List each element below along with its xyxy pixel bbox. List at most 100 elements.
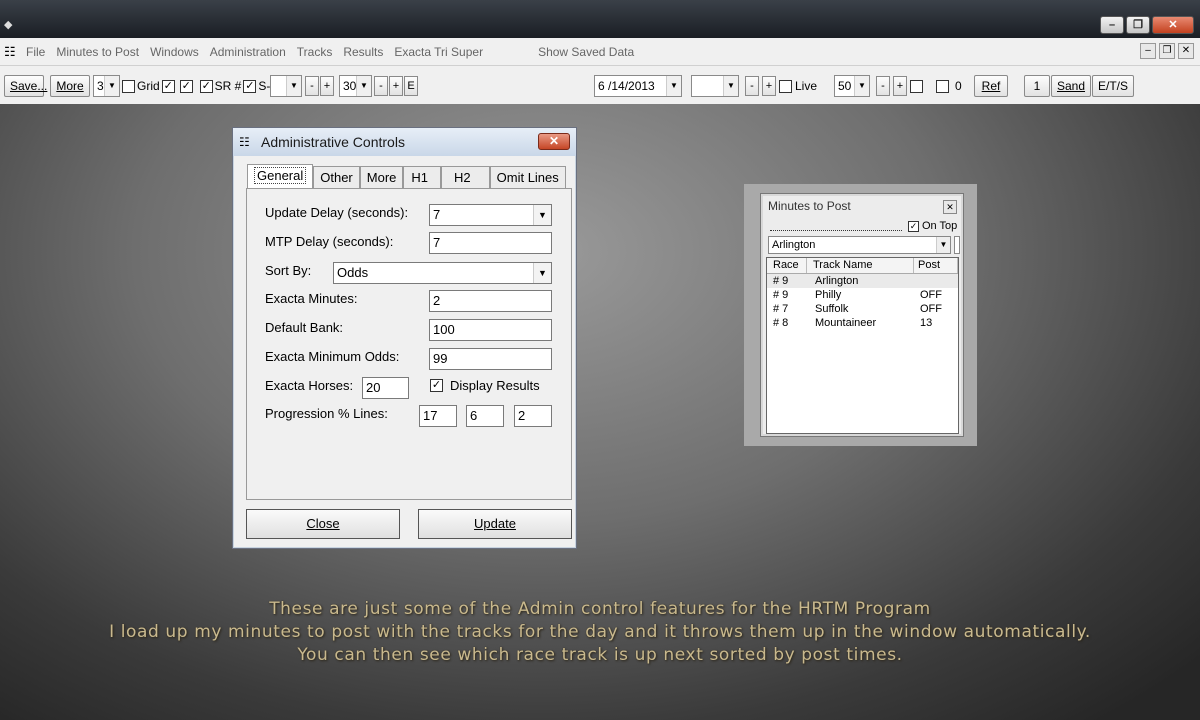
decrement-button-4[interactable]: - (876, 76, 890, 96)
sort-by-label: Sort By: (265, 263, 312, 278)
sand-button[interactable]: Sand (1051, 75, 1091, 97)
mdi-minimize-icon[interactable]: – (1140, 43, 1156, 59)
close-button[interactable]: ✕ (1152, 16, 1194, 34)
tab-omit-lines[interactable]: Omit Lines (489, 166, 566, 188)
zero-checkbox[interactable] (936, 79, 949, 93)
list-item[interactable]: # 9 Arlington (767, 274, 958, 288)
date-select[interactable]: 6 /14/2013 ▼ (594, 75, 682, 97)
option-checkbox-1[interactable]: ✓ (161, 79, 175, 93)
dialog-close-button[interactable]: ✕ (538, 133, 570, 150)
track-select[interactable]: Arlington ▼ (768, 236, 951, 254)
decrement-button-3[interactable]: - (745, 76, 759, 96)
tab-general[interactable]: General (247, 164, 314, 188)
default-bank-input[interactable]: 100 (429, 319, 552, 341)
track-cell: Suffolk (815, 303, 849, 315)
caption-line-2: I load up my minutes to post with the tr… (109, 622, 1091, 642)
decrement-button-1[interactable]: - (305, 76, 319, 96)
mtp-close-icon[interactable]: ✕ (943, 200, 957, 214)
on-top-checkbox[interactable]: ✓ (908, 220, 919, 232)
live-checkbox[interactable] (779, 79, 792, 93)
mdi-restore-icon[interactable]: ❐ (1159, 43, 1175, 59)
window-controls: – ❐ ✕ (1100, 16, 1194, 34)
decrement-button-2[interactable]: - (374, 76, 388, 96)
restore-button[interactable]: ❐ (1126, 16, 1150, 34)
sr-checkbox[interactable]: ✓ (199, 79, 213, 93)
dialog-title: Administrative Controls (261, 134, 405, 150)
exacta-minutes-input[interactable]: 2 (429, 290, 552, 312)
menu-results[interactable]: Results (343, 45, 383, 59)
tab-more[interactable]: More (359, 166, 404, 188)
tab-h2[interactable]: H2 (441, 166, 490, 188)
menu-exacta-tri-super[interactable]: Exacta Tri Super (394, 45, 483, 59)
option-checkbox-2[interactable]: ✓ (179, 79, 193, 93)
menu-administration[interactable]: Administration (210, 45, 286, 59)
caption: These are just some of the Admin control… (0, 598, 1200, 667)
blank-select-value (271, 76, 286, 96)
app-icon: ☷ (239, 135, 250, 149)
blank-select-2[interactable]: ▼ (691, 75, 739, 97)
chevron-down-icon: ▼ (533, 205, 551, 225)
default-bank-label: Default Bank: (265, 320, 344, 335)
display-results-checkbox[interactable]: ✓ (430, 379, 443, 392)
grid-label: Grid (137, 79, 160, 93)
admin-controls-dialog: ☷ Administrative Controls ✕ General Othe… (232, 127, 577, 549)
e-button[interactable]: E (404, 76, 418, 96)
more-count-select[interactable]: 3 ▼ (93, 75, 120, 97)
progression-input-2[interactable]: 6 (466, 405, 504, 427)
menu-file[interactable]: File (26, 45, 45, 59)
save-button[interactable]: Save... (4, 75, 47, 97)
menu-show-saved-data[interactable]: Show Saved Data (538, 45, 634, 59)
progression-input-3[interactable]: 2 (514, 405, 552, 427)
progression-input-1[interactable]: 17 (419, 405, 457, 427)
s-label: S- (258, 79, 271, 93)
menu-windows[interactable]: Windows (150, 45, 199, 59)
close-dialog-button[interactable]: Close (246, 509, 400, 539)
exacta-min-odds-input[interactable]: 99 (429, 348, 552, 370)
tab-other[interactable]: Other (313, 166, 360, 188)
mdi-close-icon[interactable]: ✕ (1178, 43, 1194, 59)
menu-tracks[interactable]: Tracks (297, 45, 333, 59)
column-race[interactable]: Race (767, 258, 807, 273)
blank-select-1[interactable]: ▼ (270, 75, 302, 97)
exacta-horses-label: Exacta Horses: (265, 378, 354, 393)
list-item[interactable]: # 7 Suffolk OFF (767, 302, 958, 316)
caption-line-1: These are just some of the Admin control… (269, 599, 931, 619)
caption-line-3: You can then see which race track is up … (297, 645, 903, 665)
dialog-titlebar[interactable]: ☷ Administrative Controls ✕ (233, 128, 576, 156)
more-count-value: 3 (97, 79, 104, 93)
tab-h1[interactable]: H1 (403, 166, 442, 188)
app-menu-icon[interactable]: ☷ (4, 42, 24, 62)
chevron-down-icon: ▼ (854, 76, 869, 96)
increment-button-1[interactable]: + (320, 76, 334, 96)
increment-button-3[interactable]: + (762, 76, 776, 96)
minimize-button[interactable]: – (1100, 16, 1124, 34)
app-titlebar: ◆ – ❐ ✕ (0, 0, 1200, 38)
grid-checkbox[interactable] (122, 79, 135, 93)
list-item[interactable]: # 9 Philly OFF (767, 288, 958, 302)
option-checkbox-3[interactable] (910, 79, 923, 93)
update-delay-select[interactable]: 7 ▼ (429, 204, 552, 226)
menu-minutes-to-post[interactable]: Minutes to Post (56, 45, 139, 59)
more-button[interactable]: More (50, 75, 90, 97)
mtp-delay-input[interactable]: 7 (429, 232, 552, 254)
mtp-slider[interactable] (770, 223, 902, 231)
ets-button[interactable]: E/T/S (1092, 75, 1134, 97)
thirty-select[interactable]: 30 ▼ (339, 75, 372, 97)
column-track-name[interactable]: Track Name (807, 258, 914, 273)
progression-lines-label: Progression % Lines: (265, 406, 388, 421)
increment-button-2[interactable]: + (389, 76, 403, 96)
column-post[interactable]: Post (914, 258, 958, 273)
display-results-label: Display Results (450, 378, 540, 393)
fifty-select[interactable]: 50 ▼ (834, 75, 870, 97)
exacta-horses-input[interactable]: 20 (362, 377, 409, 399)
ref-button[interactable]: Ref (974, 75, 1008, 97)
s-checkbox[interactable]: ✓ (243, 79, 257, 93)
update-button[interactable]: Update (418, 509, 572, 539)
increment-button-4[interactable]: + (893, 76, 907, 96)
tab-general-label: General (254, 167, 307, 184)
track-cell: Mountaineer (815, 317, 877, 329)
list-item[interactable]: # 8 Mountaineer 13 (767, 316, 958, 330)
one-button[interactable]: 1 (1024, 75, 1050, 97)
sort-by-select[interactable]: Odds ▼ (333, 262, 552, 284)
chevron-down-icon: ▼ (666, 76, 681, 96)
